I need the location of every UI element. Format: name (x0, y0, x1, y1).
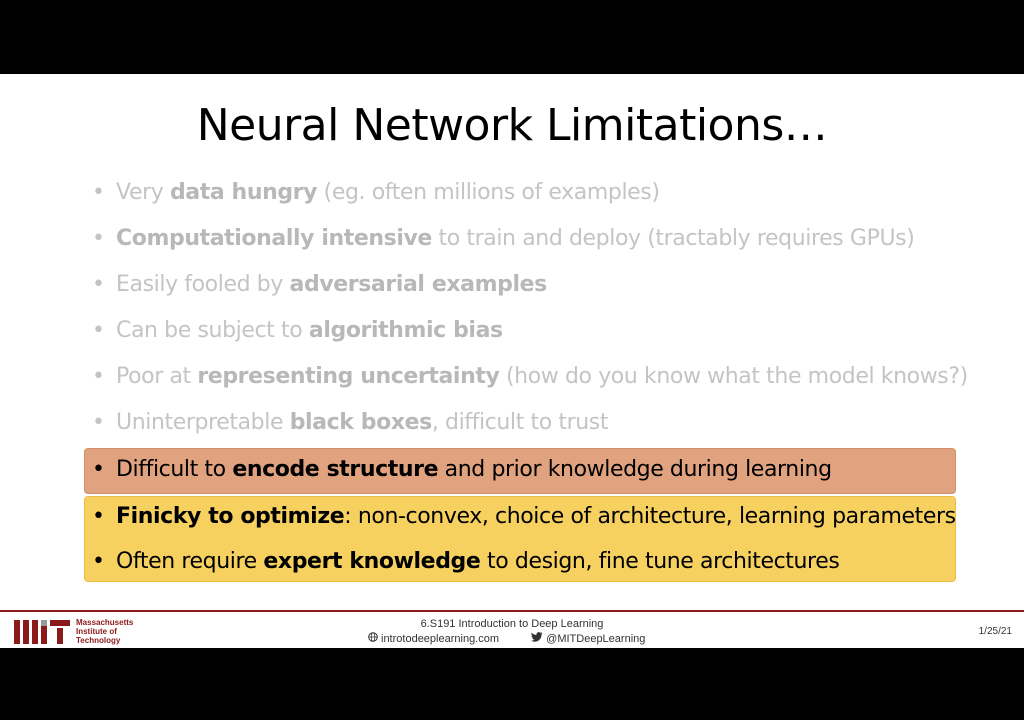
slide-title: Neural Network Limitations… (196, 100, 828, 151)
slide-date: 1/25/21 (978, 626, 1012, 637)
bullet-item: • Poor at representing uncertainty (how d… (92, 364, 968, 389)
bullet-item-highlighted: • Often require expert knowledge to desig… (92, 549, 840, 574)
bullet-item: • Very data hungry (eg. often millions of… (92, 180, 660, 205)
bullet-item-highlighted: • Difficult to encode structure and prior… (92, 457, 832, 482)
bullet-item: • Easily fooled by adversarial examples (92, 272, 547, 297)
slide-footer: Massachusetts Institute of Technology 6.… (0, 612, 1024, 648)
course-name: 6.S191 Introduction to Deep Learning (420, 618, 604, 630)
website-link[interactable]: introtodeeplearning.com (381, 633, 499, 645)
footer-links: introtodeeplearning.com @MITDeepLearning (368, 632, 645, 645)
bullet-item-highlighted: • Finicky to optimize: non-convex, choice… (92, 504, 956, 529)
bullet-item: • Computationally intensive to train and … (92, 226, 915, 251)
twitter-handle[interactable]: @MITDeepLearning (546, 633, 645, 645)
bullet-item: • Can be subject to algorithmic bias (92, 318, 503, 343)
globe-icon (368, 632, 378, 645)
slide: Neural Network Limitations… • Very data h… (0, 74, 1024, 648)
bullet-item: • Uninterpretable black boxes, difficult … (92, 410, 609, 435)
twitter-bird-icon (531, 632, 543, 645)
